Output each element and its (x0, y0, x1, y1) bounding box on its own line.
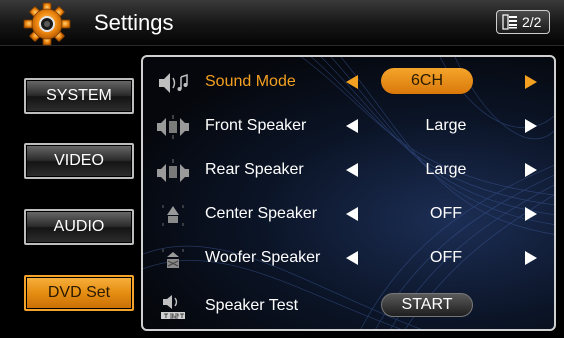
woofer-speaker-prev-arrow[interactable] (346, 251, 358, 265)
rear-speaker-next-arrow[interactable] (525, 163, 537, 177)
sound-mode-icon (159, 73, 188, 93)
title-bar: Settings 2/2 (0, 0, 564, 46)
center-speaker-icon (162, 205, 184, 226)
speaker-test-icon (161, 295, 185, 319)
sound-mode-prev-arrow[interactable] (346, 75, 358, 89)
front-speaker-icon (157, 115, 189, 139)
rear-speaker-row[interactable]: Rear Speaker Large (143, 149, 554, 193)
woofer-speaker-label: Woofer Speaker (205, 249, 321, 266)
page-indicator-button[interactable]: 2/2 (496, 10, 550, 34)
rear-speaker-value[interactable]: Large (381, 161, 511, 179)
woofer-speaker-value[interactable]: OFF (381, 249, 511, 267)
front-speaker-row[interactable]: Front Speaker Large (143, 105, 554, 149)
rear-speaker-icon (157, 159, 189, 182)
settings-panel: Sound Mode 6CH Front Speaker Large Rear … (141, 55, 556, 331)
sound-mode-label: Sound Mode (205, 73, 296, 90)
woofer-speaker-icon (162, 249, 184, 268)
front-speaker-value[interactable]: Large (381, 117, 511, 135)
nav-video-button[interactable]: VIDEO (24, 143, 134, 179)
gear-icon (23, 2, 71, 46)
woofer-speaker-next-arrow[interactable] (525, 251, 537, 265)
center-speaker-row[interactable]: Center Speaker OFF (143, 193, 554, 237)
nav-dvd-set-button[interactable]: DVD Set (24, 275, 134, 311)
sound-mode-value[interactable]: 6CH (381, 68, 473, 94)
center-speaker-label: Center Speaker (205, 205, 318, 222)
speaker-test-label: Speaker Test (205, 297, 299, 314)
page-number: 2/2 (522, 14, 542, 30)
sound-mode-next-arrow[interactable] (525, 75, 537, 89)
center-speaker-next-arrow[interactable] (525, 207, 537, 221)
speaker-test-start-button[interactable]: START (381, 293, 473, 317)
rear-speaker-label: Rear Speaker (205, 161, 304, 178)
center-speaker-value[interactable]: OFF (381, 205, 511, 223)
sound-mode-row[interactable]: Sound Mode 6CH (143, 61, 554, 105)
center-speaker-prev-arrow[interactable] (346, 207, 358, 221)
woofer-speaker-row[interactable]: Woofer Speaker OFF (143, 237, 554, 281)
list-icon (502, 14, 517, 30)
front-speaker-label: Front Speaker (205, 117, 307, 134)
nav-system-button[interactable]: SYSTEM (24, 78, 134, 114)
front-speaker-prev-arrow[interactable] (346, 119, 358, 133)
speaker-test-row[interactable]: Speaker Test START (143, 285, 554, 329)
page-title: Settings (94, 10, 174, 35)
rear-speaker-prev-arrow[interactable] (346, 163, 358, 177)
front-speaker-next-arrow[interactable] (525, 119, 537, 133)
nav-audio-button[interactable]: AUDIO (24, 209, 134, 245)
